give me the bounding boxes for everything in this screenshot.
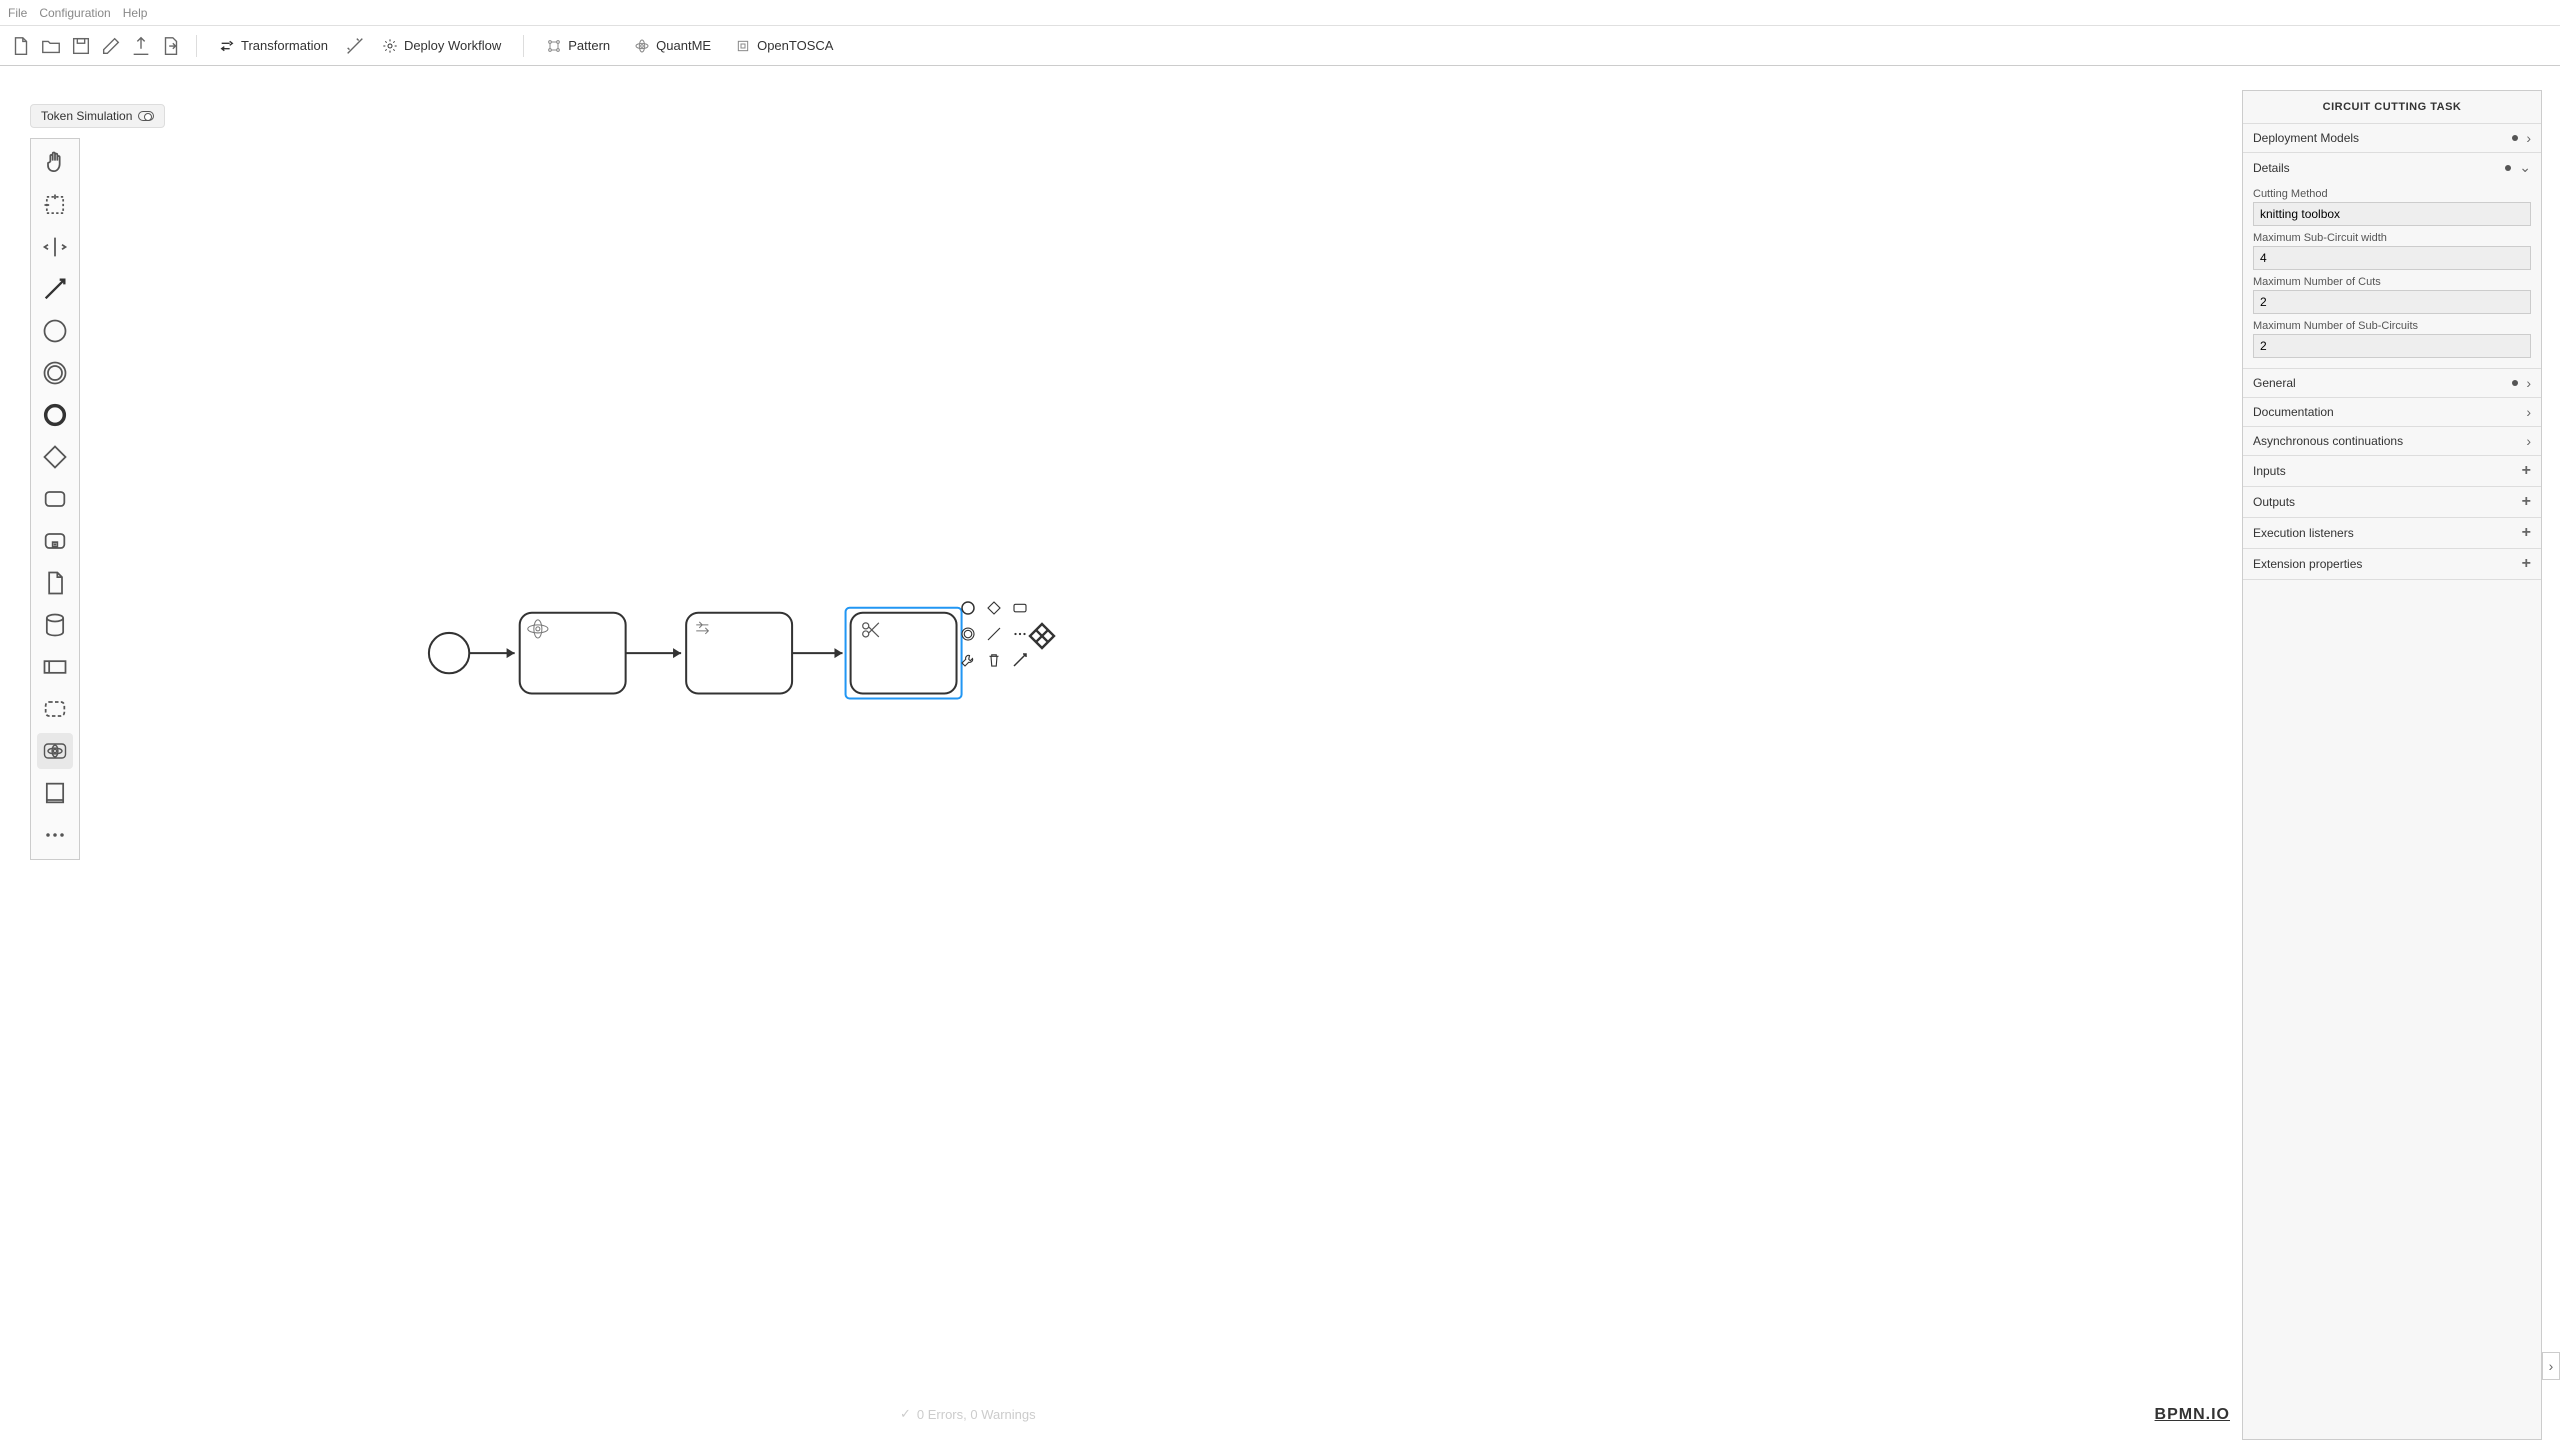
cutting-method-label: Cutting Method bbox=[2253, 188, 2531, 200]
menu-help[interactable]: Help bbox=[123, 6, 148, 20]
context-pad bbox=[957, 597, 1031, 671]
transformation-button[interactable]: Transformation bbox=[211, 34, 336, 58]
chevron-right-icon: › bbox=[2526, 130, 2531, 146]
gear-icon bbox=[382, 38, 398, 54]
menu-file[interactable]: File bbox=[8, 6, 27, 20]
max-cuts-label: Maximum Number of Cuts bbox=[2253, 276, 2531, 288]
opentosca-icon bbox=[735, 38, 751, 54]
section-deployment-models[interactable]: Deployment Models› bbox=[2243, 124, 2541, 153]
section-documentation[interactable]: Documentation› bbox=[2243, 398, 2541, 427]
chevron-down-icon: ⌄ bbox=[2519, 159, 2531, 176]
cutting-method-input[interactable] bbox=[2253, 202, 2531, 226]
chevron-right-icon: › bbox=[2526, 404, 2531, 420]
section-execution-listeners[interactable]: Execution listeners+ bbox=[2243, 518, 2541, 549]
deploy-workflow-button[interactable]: Deploy Workflow bbox=[374, 34, 509, 58]
opentosca-label: OpenTOSCA bbox=[757, 38, 833, 53]
menu-bar: File Configuration Help bbox=[0, 0, 2560, 26]
section-details-header[interactable]: Details⌄ bbox=[2243, 153, 2541, 182]
open-folder-icon[interactable] bbox=[40, 35, 62, 57]
append-gateway[interactable] bbox=[983, 597, 1005, 619]
bpmn-io-brand[interactable]: BPMN.IO bbox=[2155, 1406, 2230, 1424]
plus-icon[interactable]: + bbox=[2522, 493, 2531, 511]
plus-icon[interactable]: + bbox=[2522, 462, 2531, 480]
toolbar-separator bbox=[196, 35, 197, 57]
delete-icon[interactable] bbox=[983, 649, 1005, 671]
export-icon[interactable] bbox=[160, 35, 182, 57]
chevron-right-icon: › bbox=[2526, 433, 2531, 449]
transformation-label: Transformation bbox=[241, 38, 328, 53]
deploy-label: Deploy Workflow bbox=[404, 38, 501, 53]
pattern-label: Pattern bbox=[568, 38, 610, 53]
append-intermediate-event[interactable] bbox=[957, 623, 979, 645]
dot-icon bbox=[2512, 380, 2518, 386]
wrench-icon[interactable] bbox=[957, 649, 979, 671]
new-file-icon[interactable] bbox=[10, 35, 32, 57]
quantme-label: QuantME bbox=[656, 38, 711, 53]
max-subcircuits-label: Maximum Number of Sub-Circuits bbox=[2253, 320, 2531, 332]
save-icon[interactable] bbox=[70, 35, 92, 57]
properties-title: CIRCUIT CUTTING TASK bbox=[2243, 91, 2541, 124]
max-width-label: Maximum Sub-Circuit width bbox=[2253, 232, 2531, 244]
section-details: Details⌄ Cutting Method Maximum Sub-Circ… bbox=[2243, 153, 2541, 369]
edit-icon[interactable] bbox=[100, 35, 122, 57]
max-cuts-input[interactable] bbox=[2253, 290, 2531, 314]
annotation[interactable] bbox=[983, 623, 1005, 645]
append-task[interactable] bbox=[1009, 597, 1031, 619]
upload-icon[interactable] bbox=[130, 35, 152, 57]
toolbar: Transformation Deploy Workflow Pattern Q… bbox=[0, 26, 2560, 66]
task-3-circuit-cutting[interactable] bbox=[851, 613, 957, 694]
dot-icon bbox=[2505, 165, 2511, 171]
quantme-icon bbox=[634, 38, 650, 54]
properties-panel: CIRCUIT CUTTING TASK Deployment Models› … bbox=[2242, 90, 2542, 1440]
check-icon: ✓ bbox=[900, 1406, 911, 1422]
section-inputs[interactable]: Inputs+ bbox=[2243, 456, 2541, 487]
transformation-icon bbox=[219, 38, 235, 54]
wand-icon[interactable] bbox=[344, 35, 366, 57]
start-event[interactable] bbox=[429, 633, 469, 673]
max-width-input[interactable] bbox=[2253, 246, 2531, 270]
section-outputs[interactable]: Outputs+ bbox=[2243, 487, 2541, 518]
section-extension-properties[interactable]: Extension properties+ bbox=[2243, 549, 2541, 580]
quantme-button[interactable]: QuantME bbox=[626, 34, 719, 58]
dot-icon bbox=[2512, 135, 2518, 141]
section-general[interactable]: General› bbox=[2243, 369, 2541, 398]
max-subcircuits-input[interactable] bbox=[2253, 334, 2531, 358]
plus-icon[interactable]: + bbox=[2522, 555, 2531, 573]
chevron-right-icon: › bbox=[2526, 375, 2531, 391]
diagram-canvas[interactable] bbox=[0, 68, 2250, 1440]
menu-configuration[interactable]: Configuration bbox=[39, 6, 110, 20]
plus-icon[interactable]: + bbox=[2522, 524, 2531, 542]
validation-status: ✓ 0 Errors, 0 Warnings bbox=[900, 1406, 1036, 1422]
pattern-icon bbox=[546, 38, 562, 54]
pattern-button[interactable]: Pattern bbox=[538, 34, 618, 58]
append-end-event[interactable] bbox=[957, 597, 979, 619]
toolbar-separator bbox=[523, 35, 524, 57]
append-gateway-large[interactable] bbox=[1026, 620, 1058, 655]
opentosca-button[interactable]: OpenTOSCA bbox=[727, 34, 841, 58]
panel-collapse-tab[interactable]: › bbox=[2542, 1352, 2560, 1380]
section-async[interactable]: Asynchronous continuations› bbox=[2243, 427, 2541, 456]
